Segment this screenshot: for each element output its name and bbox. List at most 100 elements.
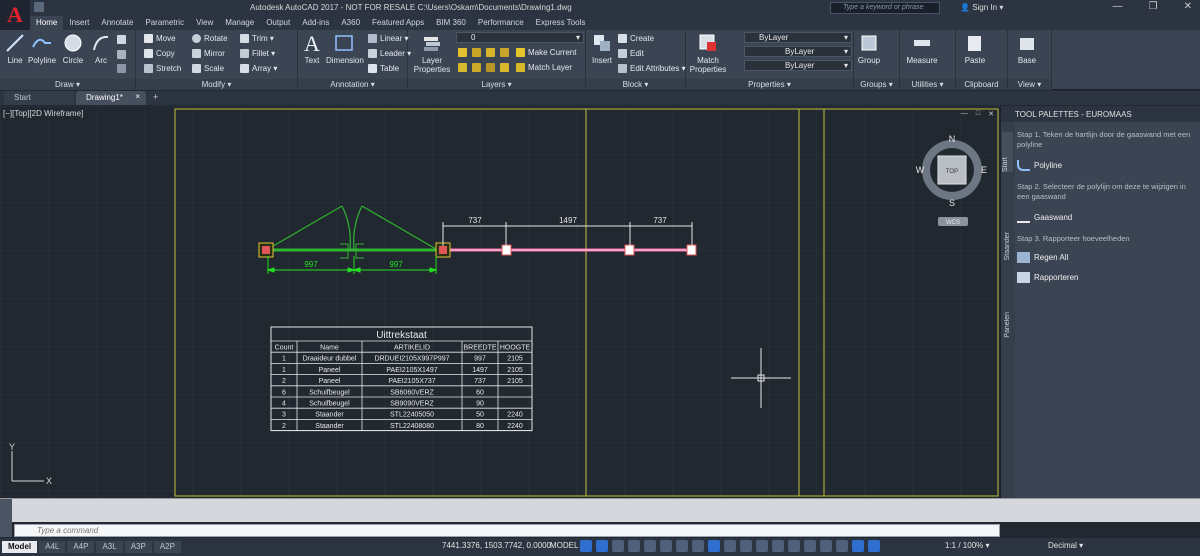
minimize-icon[interactable]: — — [1113, 1, 1123, 12]
annotation-visibility-icon[interactable] — [836, 540, 848, 552]
match-properties-button[interactable]: Match Properties — [688, 32, 728, 74]
palette-tab-start[interactable]: Start — [1002, 132, 1013, 172]
layer-tool-icon[interactable] — [486, 48, 495, 57]
edit-button[interactable]: Edit — [618, 47, 644, 60]
gizmo-icon[interactable] — [820, 540, 832, 552]
ribbon-tab-bim-360[interactable]: BIM 360 — [430, 16, 472, 30]
drawing-viewport[interactable]: 997 997 737 1497 737 Y X TOP N S E W WCS… — [0, 106, 1000, 498]
model-space-toggle[interactable]: MODEL — [550, 541, 578, 550]
layout-tab-a4l[interactable]: A4L — [39, 541, 66, 553]
viewcube-top-label[interactable]: TOP — [946, 169, 958, 175]
annotation-scale[interactable]: 1:1 / 100% ▾ — [945, 541, 990, 550]
viewport-controls-label[interactable]: [−][Top][2D Wireframe] — [3, 109, 83, 118]
new-tab-button[interactable]: + — [148, 91, 163, 105]
paste-button[interactable]: Paste — [962, 32, 988, 65]
palette-rapporteren-tool[interactable]: Rapporteren — [1017, 272, 1078, 283]
maximize-icon[interactable]: ❐ — [1149, 1, 1158, 12]
match-layer-button[interactable]: Match Layer — [516, 61, 572, 74]
lineweight-icon[interactable] — [724, 540, 736, 552]
ribbon-tab-a360[interactable]: A360 — [335, 16, 366, 30]
ribbon-tab-performance[interactable]: Performance — [472, 16, 530, 30]
text-button[interactable]: A Text — [301, 32, 323, 65]
line-button[interactable]: Line — [4, 32, 26, 65]
make-current-button[interactable]: Make Current — [516, 46, 576, 59]
layout-tab-a3l[interactable]: A3L — [96, 541, 123, 553]
color-dropdown[interactable]: ByLayer ▾ — [744, 32, 852, 43]
palette-tab-panelen[interactable]: Panelen — [1004, 312, 1011, 338]
layout-tab-a2p[interactable]: A2P — [153, 541, 181, 553]
palette-tab-staander[interactable]: Staander — [1004, 232, 1011, 260]
utilities-panel-title[interactable]: Utilities ▾ — [900, 79, 955, 90]
group-button[interactable]: Group — [856, 32, 882, 65]
move-button[interactable]: Move — [144, 32, 176, 45]
annotation-panel-title[interactable]: Annotation ▾ — [298, 79, 407, 90]
circle-button[interactable]: Circle — [60, 32, 86, 65]
palette-gaaswand-tool[interactable]: Gaaswand — [1017, 212, 1072, 223]
ribbon-tab-add-ins[interactable]: Add-ins — [296, 16, 335, 30]
layer-tool-icon[interactable] — [458, 48, 467, 57]
compass-e[interactable]: E — [981, 165, 987, 175]
properties-panel-title[interactable]: Properties ▾ — [686, 79, 853, 90]
object-snap-tracking-icon[interactable] — [692, 540, 704, 552]
ribbon-tab-view[interactable]: View — [190, 16, 219, 30]
dynamic-ucs-icon[interactable] — [788, 540, 800, 552]
sign-in-button[interactable]: 👤 Sign In ▾ — [960, 3, 1003, 12]
block-panel-title[interactable]: Block ▾ — [586, 79, 685, 90]
layer-tool-icon[interactable] — [472, 48, 481, 57]
ortho-icon[interactable] — [644, 540, 656, 552]
copy-button[interactable]: Copy — [144, 47, 175, 60]
table-button[interactable]: Table — [368, 62, 399, 75]
wcs-label[interactable]: WCS — [946, 220, 960, 226]
trim-button[interactable]: Trim ▾ — [240, 32, 274, 45]
palette-regen-all-tool[interactable]: Regen All — [1017, 252, 1068, 263]
linear-button[interactable]: Linear ▾ — [368, 32, 408, 45]
dynamic-input-icon[interactable] — [628, 540, 640, 552]
transparency-icon[interactable] — [740, 540, 752, 552]
object-snap-icon[interactable] — [708, 540, 720, 552]
compass-n[interactable]: N — [949, 134, 956, 144]
rotate-button[interactable]: Rotate — [192, 32, 228, 45]
layer-dropdown[interactable]: 0 ▾ — [456, 32, 584, 43]
layers-panel-title[interactable]: Layers ▾ — [408, 79, 585, 90]
insert-button[interactable]: Insert — [590, 32, 614, 65]
measure-button[interactable]: Measure — [904, 32, 940, 65]
mirror-button[interactable]: Mirror — [192, 47, 225, 60]
3d-osnap-icon[interactable] — [772, 540, 784, 552]
create-button[interactable]: Create — [618, 32, 654, 45]
ribbon-tab-featured-apps[interactable]: Featured Apps — [366, 16, 430, 30]
dimension-button[interactable]: Dimension — [326, 32, 364, 65]
snap-icon[interactable] — [596, 540, 608, 552]
ribbon-tab-home[interactable]: Home — [30, 16, 64, 30]
fillet-button[interactable]: Fillet ▾ — [240, 47, 275, 60]
ribbon-tab-express-tools[interactable]: Express Tools — [530, 16, 592, 30]
layer-tool-icon[interactable] — [486, 63, 495, 72]
stretch-button[interactable]: Stretch — [144, 62, 181, 75]
hatch-icon[interactable] — [117, 50, 126, 59]
tab-drawing1[interactable]: Drawing1* — [76, 91, 146, 105]
lineweight-dropdown[interactable]: ByLayer ▾ — [744, 46, 852, 57]
compass-s[interactable]: S — [949, 198, 955, 208]
drawing-canvas[interactable]: 997 997 737 1497 737 Y X TOP N S E W WCS… — [0, 106, 1000, 498]
layer-tool-icon[interactable] — [500, 63, 509, 72]
modify-panel-title[interactable]: Modify ▾ — [136, 79, 297, 90]
ribbon-tab-insert[interactable]: Insert — [63, 16, 95, 30]
compass-w[interactable]: W — [916, 165, 925, 175]
isodraft-icon[interactable] — [676, 540, 688, 552]
selection-cycling-icon[interactable] — [756, 540, 768, 552]
coordinates-readout[interactable]: 7441.3376, 1503.7742, 0.0000 — [442, 541, 551, 550]
palette-polyline-tool[interactable]: Polyline — [1017, 160, 1062, 171]
base-button[interactable]: Base — [1014, 32, 1040, 65]
ribbon-tab-output[interactable]: Output — [260, 16, 296, 30]
minimize-icon[interactable]: — — [961, 110, 968, 118]
infer-icon[interactable] — [612, 540, 624, 552]
units-menu[interactable]: Decimal ▾ — [1048, 541, 1083, 550]
clipboard-panel-title[interactable]: Clipboard — [956, 79, 1007, 90]
layer-tool-icon[interactable] — [458, 63, 467, 72]
command-input[interactable]: Type a command — [14, 524, 1000, 537]
close-icon[interactable]: ✕ — [1184, 1, 1192, 12]
scale-button[interactable]: Scale — [192, 62, 224, 75]
ribbon-tab-parametric[interactable]: Parametric — [139, 16, 190, 30]
qat-menu-icon[interactable] — [34, 2, 44, 12]
edit-attributes-button[interactable]: Edit Attributes ▾ — [618, 62, 686, 75]
polar-icon[interactable] — [660, 540, 672, 552]
